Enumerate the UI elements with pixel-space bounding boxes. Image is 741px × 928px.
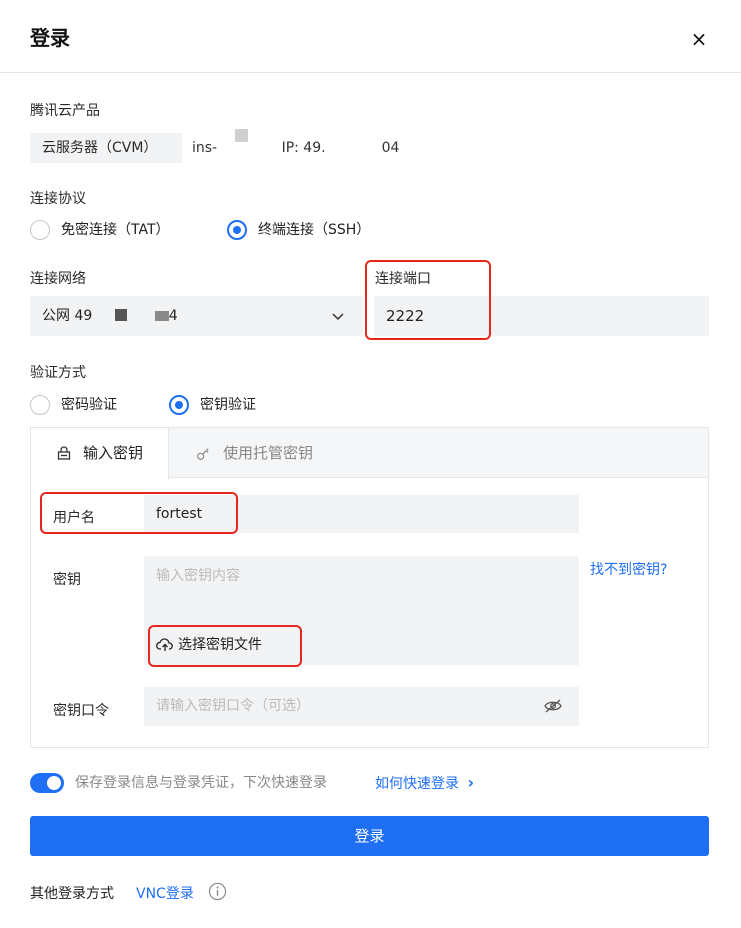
passphrase-input[interactable]: 请输入密钥口令（可选） bbox=[144, 687, 579, 726]
passphrase-placeholder: 请输入密钥口令（可选） bbox=[156, 698, 310, 714]
dialog-title: 登录 bbox=[30, 26, 70, 50]
masked-block-light bbox=[154, 311, 169, 321]
radio-ssh-label: 终端连接（SSH） bbox=[258, 222, 371, 238]
masked-ip bbox=[325, 141, 382, 155]
radio-tat-label: 免密连接（TAT） bbox=[61, 222, 170, 238]
chevron-right-icon: › bbox=[467, 773, 475, 792]
highlight-port bbox=[365, 260, 491, 340]
remember-text: 保存登录信息与登录凭证，下次快速登录 bbox=[75, 775, 327, 791]
product-label: 腾讯云产品 bbox=[30, 103, 100, 119]
tab-input-key[interactable]: 输入密钥 bbox=[31, 428, 169, 479]
network-ip-prefix: 公网 49 bbox=[42, 308, 93, 324]
tab-managed-key[interactable]: 使用托管密钥 bbox=[191, 428, 351, 478]
auth-label: 验证方式 bbox=[30, 365, 86, 381]
network-selected-value: 公网 49 4 bbox=[42, 296, 178, 336]
ip-suffix: 04 bbox=[381, 140, 400, 156]
highlight-select-file bbox=[148, 625, 302, 667]
ip-prefix: IP: 49. bbox=[281, 140, 326, 156]
masked-block bbox=[114, 309, 127, 321]
radio-key-label: 密钥验证 bbox=[200, 397, 256, 413]
masked-instance-id bbox=[217, 129, 278, 155]
network-select[interactable]: 公网 49 4 bbox=[30, 296, 363, 336]
passphrase-label: 密钥口令 bbox=[53, 703, 109, 719]
instance-info: ins- IP: 49. 04 bbox=[192, 129, 400, 163]
quick-login-link[interactable]: 如何快速登录 › bbox=[375, 774, 474, 793]
highlight-username bbox=[40, 492, 238, 534]
tab-input-key-label: 输入密钥 bbox=[83, 444, 144, 462]
key-label: 密钥 bbox=[53, 572, 81, 588]
toggle-knob bbox=[47, 776, 61, 790]
radio-password-label: 密码验证 bbox=[61, 397, 117, 413]
network-label: 连接网络 bbox=[30, 271, 86, 287]
remember-toggle[interactable] bbox=[30, 773, 64, 793]
eye-hidden-icon[interactable] bbox=[543, 698, 563, 714]
radio-ssh[interactable] bbox=[227, 220, 247, 240]
instance-id-prefix: ins- bbox=[192, 140, 218, 156]
radio-key[interactable] bbox=[169, 395, 189, 415]
tab-managed-key-label: 使用托管密钥 bbox=[223, 444, 314, 462]
quick-login-label: 如何快速登录 bbox=[375, 776, 459, 792]
key-placeholder: 输入密钥内容 bbox=[156, 568, 240, 584]
other-login-label: 其他登录方式 bbox=[30, 886, 114, 902]
radio-tat[interactable] bbox=[30, 220, 50, 240]
login-button[interactable]: 登录 bbox=[30, 816, 709, 856]
vnc-login-link[interactable]: VNC登录 bbox=[136, 883, 194, 903]
lock-icon bbox=[57, 446, 71, 460]
close-icon[interactable]: × bbox=[688, 28, 710, 50]
chevron-down-icon bbox=[332, 313, 344, 321]
network-ip-suffix: 4 bbox=[168, 308, 178, 324]
radio-password[interactable] bbox=[30, 395, 50, 415]
key-help-link[interactable]: 找不到密钥? bbox=[590, 559, 667, 579]
info-icon[interactable] bbox=[208, 882, 227, 901]
product-chip: 云服务器（CVM） bbox=[30, 133, 182, 163]
header-divider bbox=[0, 72, 741, 73]
key-icon bbox=[197, 448, 209, 460]
protocol-label: 连接协议 bbox=[30, 191, 86, 207]
key-card: 输入密钥 使用托管密钥 用户名 fortest 密钥 输入密钥内容 选择密钥文件… bbox=[30, 427, 709, 748]
